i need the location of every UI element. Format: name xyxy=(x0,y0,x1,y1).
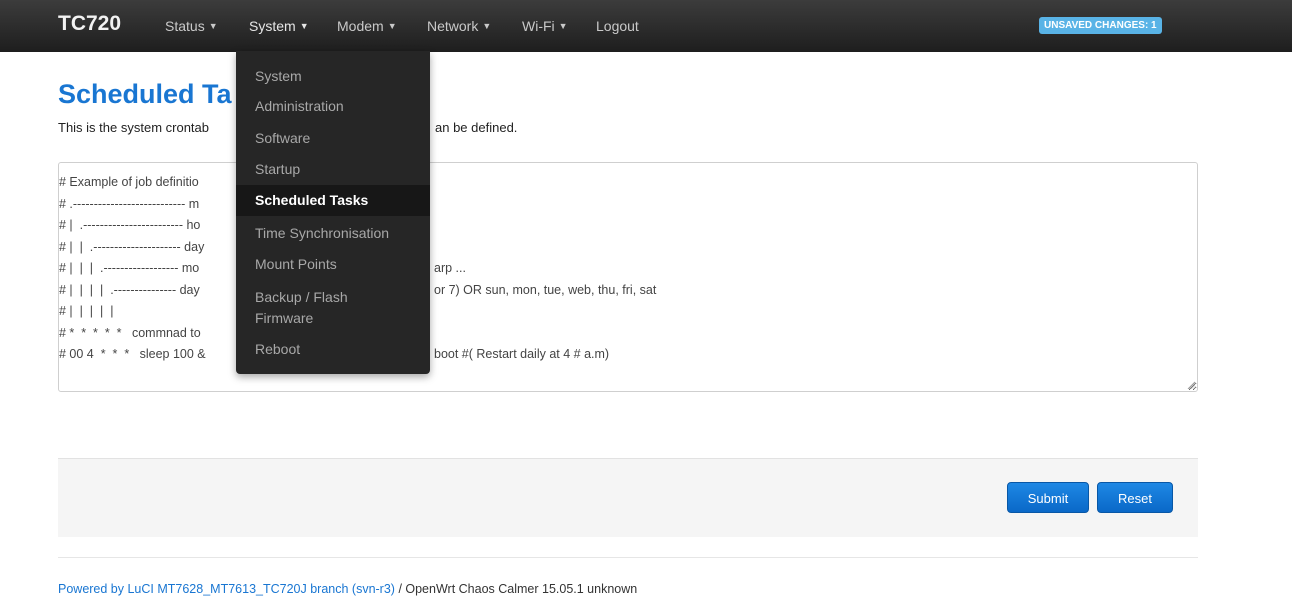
crontab-line: # | .------------------------ ho xyxy=(59,215,1197,237)
dropdown-item-scheduled-tasks[interactable]: Scheduled Tasks xyxy=(236,185,430,216)
page-description-left: This is the system crontab xyxy=(58,120,209,135)
system-dropdown-menu: System Administration Software Startup S… xyxy=(236,51,430,374)
dropdown-item-reboot[interactable]: Reboot xyxy=(236,338,430,360)
crontab-line-left: # 00 4 * * * sleep 100 & xyxy=(59,347,206,361)
footer-version-text: / OpenWrt Chaos Calmer 15.05.1 unknown xyxy=(394,582,638,596)
dropdown-item-backup-flash-firmware[interactable]: Backup / Flash Firmware xyxy=(236,287,405,329)
caret-down-icon: ▼ xyxy=(208,21,218,31)
nav-menu-network[interactable]: Network ▼ xyxy=(427,18,491,34)
reset-button[interactable]: Reset xyxy=(1097,482,1173,513)
page-title: Scheduled Ta xyxy=(58,79,232,109)
unsaved-changes-badge[interactable]: UNSAVED CHANGES: 1 xyxy=(1039,17,1162,34)
brand-logo[interactable]: TC720 xyxy=(58,12,121,36)
dropdown-item-time-synchronisation[interactable]: Time Synchronisation xyxy=(236,222,430,244)
crontab-line: # | | | .------------------ mo arp ... xyxy=(59,258,1197,280)
dropdown-item-administration[interactable]: Administration xyxy=(236,95,430,117)
dropdown-item-software[interactable]: Software xyxy=(236,127,430,149)
crontab-line-left: # | .------------------------ ho xyxy=(59,218,201,232)
page-description: This is the system crontab an be defined… xyxy=(58,120,517,135)
crontab-line-left: # .--------------------------- m xyxy=(59,196,200,211)
crontab-line: # | | | | .--------------- day or 7) OR s… xyxy=(59,280,1197,302)
dropdown-item-mount-points[interactable]: Mount Points xyxy=(236,253,430,275)
dropdown-item-system[interactable]: System xyxy=(236,65,430,87)
crontab-line-right: boot #( Restart daily at 4 # a.m) xyxy=(434,347,610,361)
footer: Powered by LuCI MT7628_MT7613_TC720J bra… xyxy=(58,582,637,596)
nav-menu-modem[interactable]: Modem ▼ xyxy=(337,18,397,34)
form-actions-bar: Submit Reset xyxy=(58,458,1198,537)
crontab-line-left: # | | | | | xyxy=(59,304,114,318)
submit-button[interactable]: Submit xyxy=(1007,482,1089,513)
nav-menu-wifi[interactable]: Wi-Fi ▼ xyxy=(522,18,568,34)
crontab-line: # 00 4 * * * sleep 100 & boot #( Restart … xyxy=(59,344,1197,366)
caret-down-icon: ▼ xyxy=(558,21,568,31)
dropdown-item-startup[interactable]: Startup xyxy=(236,158,430,180)
caret-down-icon: ▼ xyxy=(299,21,309,31)
nav-logout[interactable]: Logout xyxy=(596,18,639,34)
nav-menu-status[interactable]: Status ▼ xyxy=(165,18,218,34)
crontab-line-right: or 7) OR sun, mon, tue, web, thu, fri, s… xyxy=(434,282,657,297)
nav-menu-wifi-label: Wi-Fi xyxy=(522,18,555,34)
crontab-textarea[interactable]: # Example of job definitio # .-----------… xyxy=(58,162,1198,392)
crontab-line-right: arp ... xyxy=(434,261,466,275)
top-navbar: TC720 Status ▼ System ▼ Modem ▼ Network ▼ Wi… xyxy=(0,0,1292,52)
crontab-line: # * * * * * commnad to xyxy=(59,323,1197,345)
crontab-line: # .--------------------------- m xyxy=(59,194,1197,216)
footer-divider xyxy=(58,557,1198,558)
crontab-line-left: # | | .--------------------- day xyxy=(59,239,205,254)
page-description-right: an be defined. xyxy=(435,120,518,135)
nav-menu-status-label: Status xyxy=(165,18,205,34)
crontab-line-left: # | | | | .--------------- day xyxy=(59,282,200,297)
nav-menu-network-label: Network xyxy=(427,18,479,34)
nav-menu-modem-label: Modem xyxy=(337,18,384,34)
crontab-line-left: # Example of job definitio xyxy=(59,175,199,189)
luci-link[interactable]: Powered by LuCI MT7628_MT7613_TC720J bra… xyxy=(58,582,395,596)
caret-down-icon: ▼ xyxy=(482,21,492,31)
crontab-line: # | | .--------------------- day xyxy=(59,237,1197,259)
caret-down-icon: ▼ xyxy=(387,21,397,31)
nav-menu-system-label: System xyxy=(249,18,296,34)
resize-grip-icon[interactable] xyxy=(1187,381,1195,389)
crontab-line: # | | | | | xyxy=(59,301,1197,323)
crontab-line-left: # * * * * * commnad to xyxy=(59,325,201,340)
crontab-line-left: # | | | .------------------ mo xyxy=(59,261,200,275)
nav-menu-system[interactable]: System ▼ xyxy=(249,18,309,34)
crontab-line: # Example of job definitio xyxy=(59,172,1197,194)
